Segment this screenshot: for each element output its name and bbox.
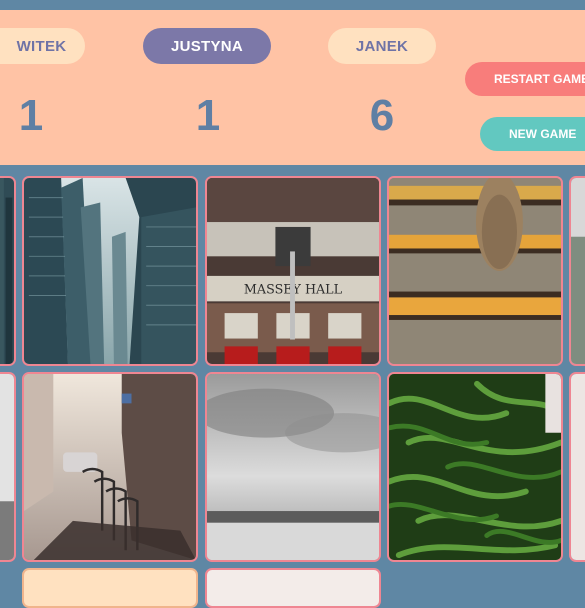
memory-card[interactable]: [22, 176, 198, 366]
memory-card[interactable]: [22, 372, 198, 562]
memory-card[interactable]: MASSEY HALL: [205, 176, 381, 366]
player-name: WITEK: [16, 37, 67, 55]
new-game-button[interactable]: NEW GAME: [480, 117, 585, 151]
memory-card-partial[interactable]: [0, 372, 16, 562]
restart-game-label: RESTART GAME: [494, 72, 585, 86]
player-tab-witek[interactable]: WITEK: [0, 28, 85, 64]
new-game-label: NEW GAME: [509, 127, 577, 141]
player-tab-janek[interactable]: JANEK: [328, 28, 436, 64]
green-beans-photo: [389, 374, 561, 560]
shore-photo: [0, 374, 14, 560]
restart-game-button[interactable]: RESTART GAME: [465, 62, 585, 96]
memory-card-hidden[interactable]: [22, 568, 198, 608]
memory-card[interactable]: [205, 568, 381, 608]
memory-card[interactable]: [387, 176, 563, 366]
player-score-janek: 6: [369, 91, 395, 140]
player-score-witek: 1: [18, 91, 44, 140]
player-tab-justyna[interactable]: JUSTYNA: [143, 28, 271, 64]
skyscrapers-photo: [24, 178, 196, 364]
memory-card[interactable]: [205, 372, 381, 562]
rainy-street-bicycles-photo: [24, 374, 196, 560]
memory-card-partial[interactable]: [569, 372, 585, 562]
player-score-justyna: 1: [195, 91, 221, 140]
player-name: JANEK: [355, 37, 409, 55]
partial-photo: [571, 374, 585, 560]
scoreboard-header: WITEK JUSTYNA JANEK 1 1 6 RESTART GAME N…: [0, 10, 585, 165]
memory-card[interactable]: [387, 372, 563, 562]
massey-hall-photo: MASSEY HALL: [207, 178, 379, 364]
memory-card-partial[interactable]: [0, 176, 16, 366]
landscape-photo: [571, 178, 585, 364]
memory-card-partial[interactable]: [569, 176, 585, 366]
city-photo: [0, 178, 14, 364]
player-name: JUSTYNA: [170, 37, 244, 55]
cloudy-sea-photo: [207, 374, 379, 560]
striped-steps-shoe-photo: [389, 178, 561, 364]
